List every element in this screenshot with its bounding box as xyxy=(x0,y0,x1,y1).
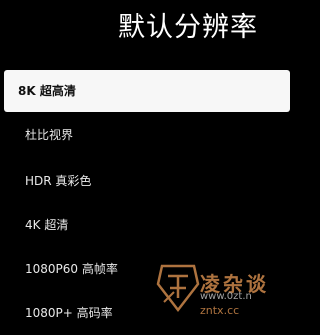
page-title: 默认分辨率 xyxy=(118,12,258,43)
option-label: 杜比视界 xyxy=(25,128,74,142)
option-label: 1080P60 高帧率 xyxy=(25,262,118,276)
watermark-domain: zntx.cc xyxy=(200,304,240,317)
option-label: 1080P+ 高码率 xyxy=(25,306,113,320)
option-label: 4K 超清 xyxy=(25,218,69,232)
option-label: HDR 真彩色 xyxy=(25,174,92,188)
watermark-url: www.0zt.n xyxy=(200,291,252,302)
watermark: 凌杂谈 www.0zt.n zntx.cc xyxy=(154,262,294,322)
resolution-option-4k[interactable]: 4K 超清 xyxy=(0,203,294,247)
resolution-option-hdr[interactable]: HDR 真彩色 xyxy=(0,159,294,203)
seal-logo-icon xyxy=(156,264,200,313)
option-label: 8K 超高清 xyxy=(18,84,76,98)
resolution-option-8k[interactable]: 8K 超高清 xyxy=(4,70,290,112)
resolution-option-dolby-vision[interactable]: 杜比视界 xyxy=(0,113,294,157)
